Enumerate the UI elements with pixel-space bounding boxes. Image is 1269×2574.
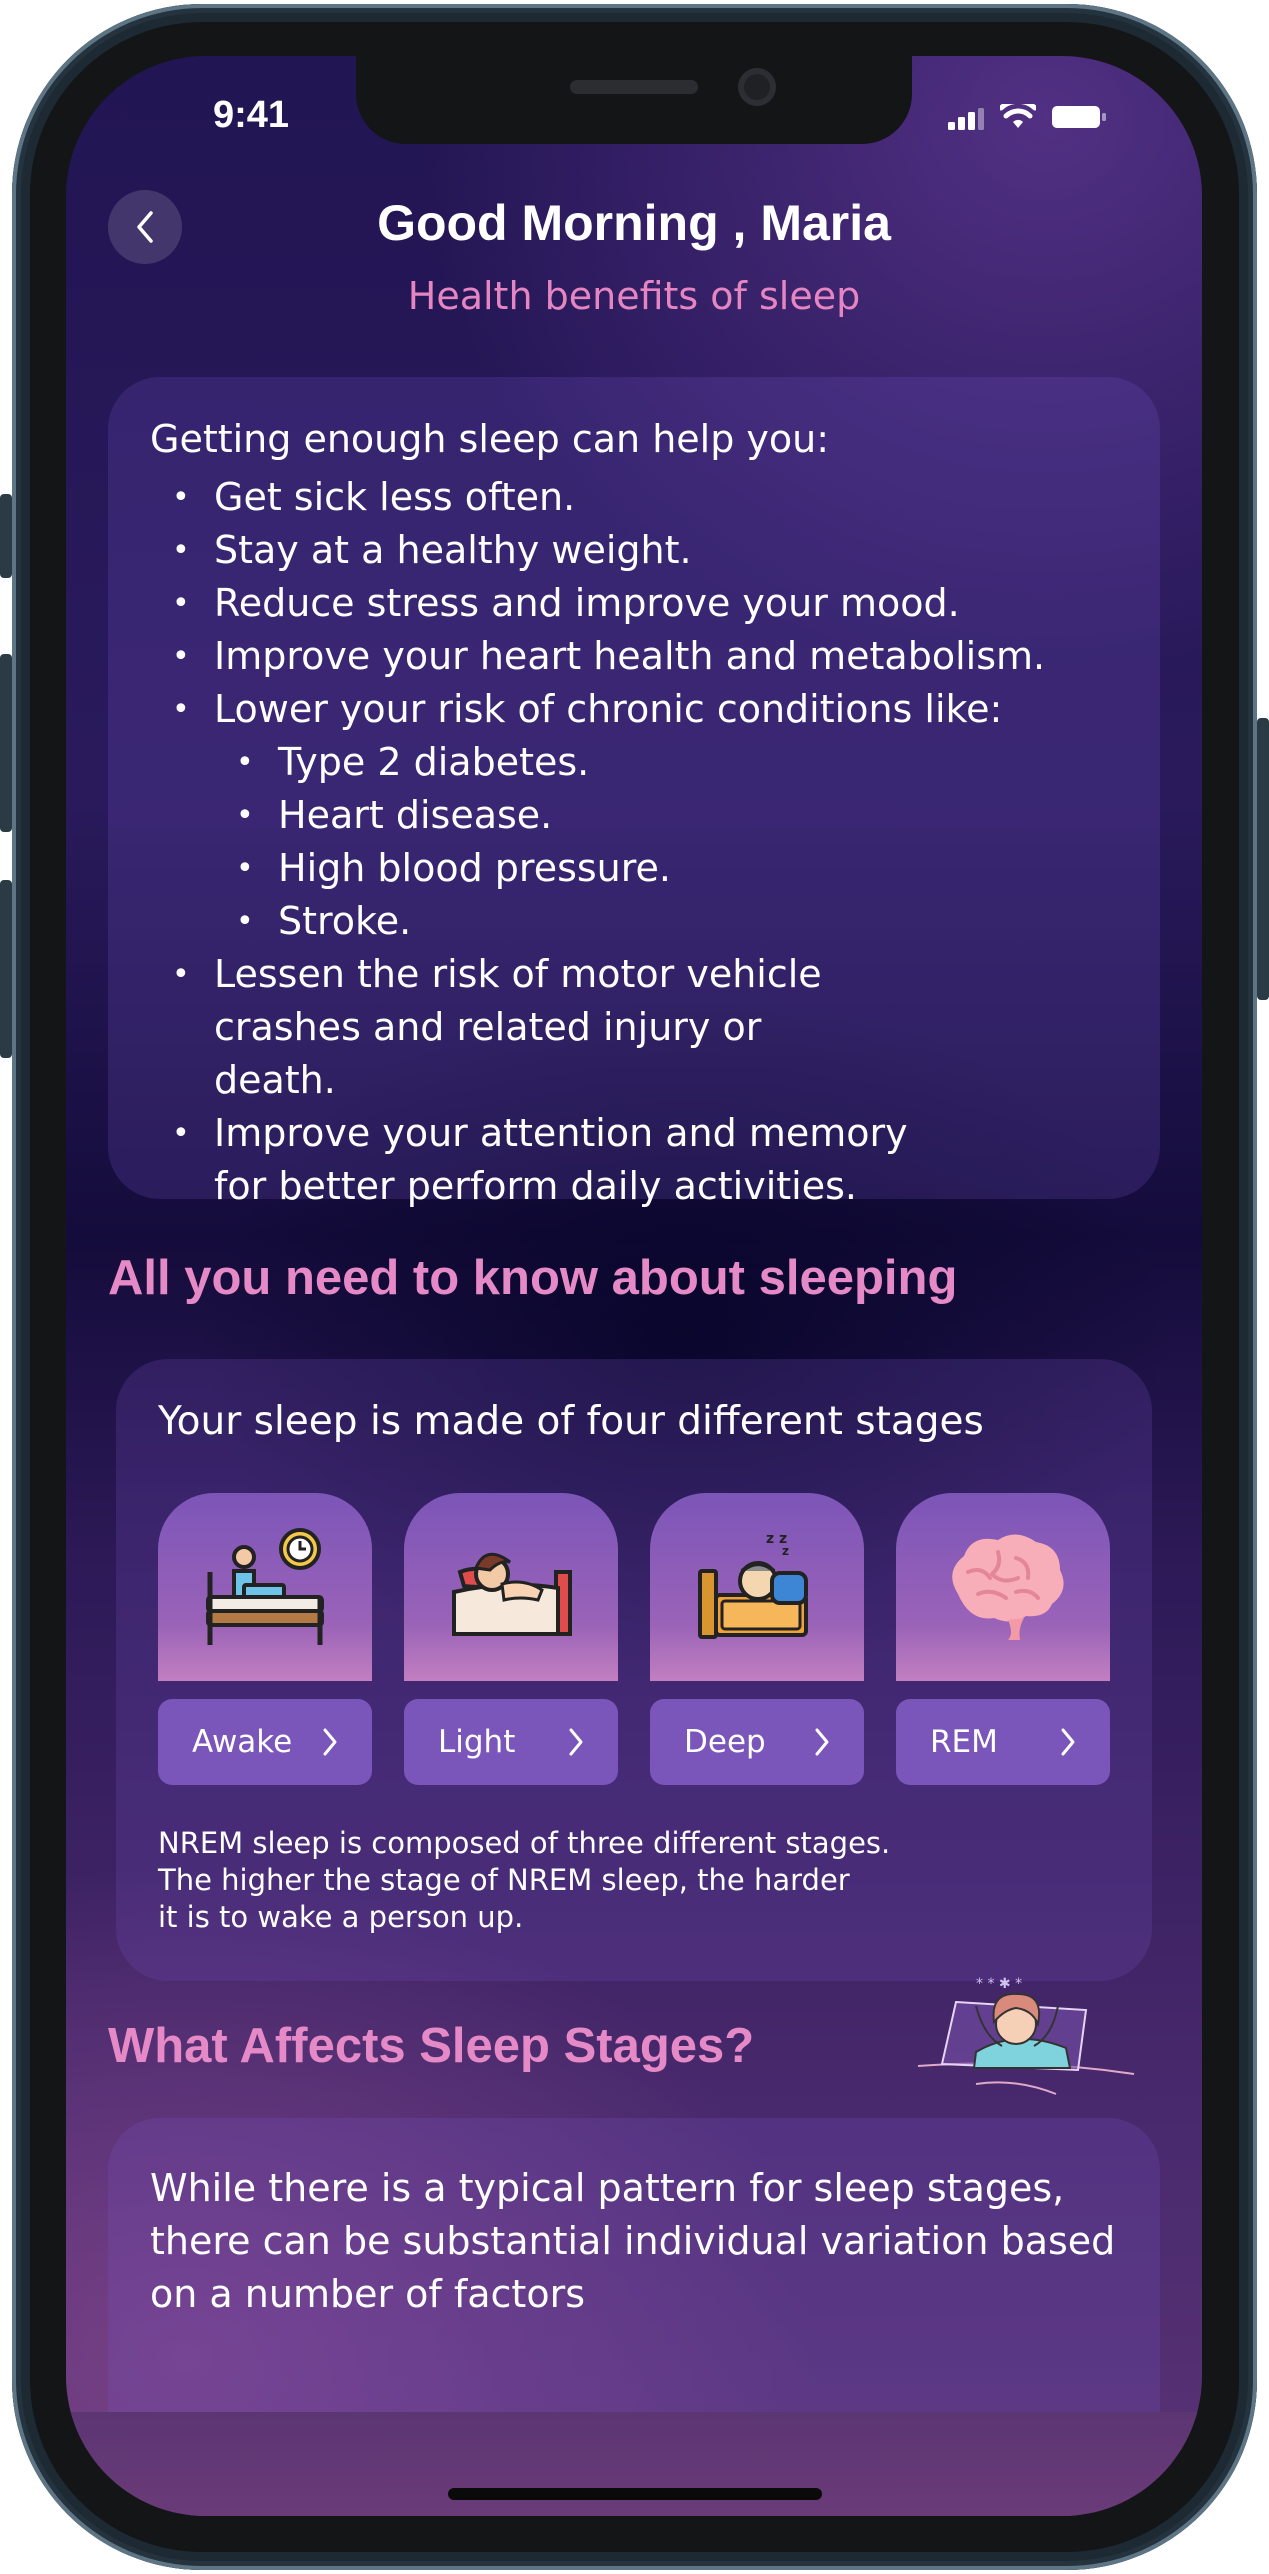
list-item: Get sick less often. [150,471,1140,524]
mute-switch [0,494,12,578]
front-camera [738,68,776,106]
stages-note: NREM sleep is composed of three differen… [158,1825,890,1936]
stage-button-deep[interactable]: Deep [650,1699,864,1785]
notch [356,56,912,144]
stage-tile[interactable] [404,1493,618,1681]
wifi-icon [1000,104,1036,128]
sleep-stages-card: Your sleep is made of four different sta… [116,1359,1152,1981]
stage-button-light[interactable]: Light [404,1699,618,1785]
benefits-intro: Getting enough sleep can help you: [150,417,830,461]
page-subtitle: Health benefits of sleep [407,274,861,318]
volume-down-button [0,880,12,1058]
stage-tile[interactable]: z z z [650,1493,864,1681]
note-line: it is to wake a person up. [158,1900,524,1934]
stage-label: Deep [684,1724,766,1760]
bottom-fade [66,2412,1202,2516]
sub-list-item: Stroke. [150,895,1140,948]
list-item: Improve your heart health and metabolism… [150,630,1140,683]
svg-text:z: z [782,1544,789,1558]
power-button [1257,718,1269,1000]
stage-deep: z z z Deep [650,1493,864,1785]
sub-list-item: Heart disease. [150,789,1140,842]
list-item: Lessen the risk of motor vehicle crashes… [150,948,894,1107]
list-item: Stay at a healthy weight. [150,524,1140,577]
battery-icon [1052,106,1106,128]
home-indicator[interactable] [448,2488,822,2500]
stage-light: Light [404,1493,618,1785]
note-line: The higher the stage of NREM sleep, the … [158,1863,850,1897]
brain-icon [952,1534,1064,1640]
light-sleep-icon [452,1552,572,1636]
section-heading-sleeping: All you need to know about sleeping [108,1251,958,1305]
benefits-card: Getting enough sleep can help you: Get s… [108,377,1160,1208]
stage-label: Light [438,1724,516,1760]
chevron-right-icon [815,1728,829,1756]
sub-list-item: Type 2 diabetes. [150,736,1140,789]
status-time: 9:41 [212,94,290,136]
section-heading-factors: What Affects Sleep Stages? [108,2019,755,2073]
stage-tile[interactable] [896,1493,1110,1681]
signal-icon [948,108,984,130]
chevron-right-icon [1061,1728,1075,1756]
deep-sleep-icon: z z z [698,1531,808,1639]
awake-bed-clock-icon [206,1528,324,1645]
benefits-list: Get sick less often. Stay at a healthy w… [150,471,1140,1213]
chevron-right-icon [569,1728,583,1756]
stages-card-title: Your sleep is made of four different sta… [158,1399,984,1444]
stage-button-rem[interactable]: REM [896,1699,1110,1785]
stage-label: REM [930,1724,998,1760]
stage-awake: Awake [158,1493,372,1785]
relaxing-woman-illustration: * * ✱ * [917,1976,1135,2095]
app-screen: 9:41 Good Morning , Maria Health benefit… [66,56,1202,2516]
volume-up-button [0,654,12,832]
list-item: Improve your attention and memory for be… [150,1107,934,1213]
svg-text:* * ✱ *: * * ✱ * [976,1976,1022,1992]
page-title: Good Morning , Maria [377,195,891,251]
list-item: Lower your risk of chronic conditions li… [150,683,1140,736]
stage-rem: REM [896,1493,1110,1785]
status-icons [948,102,1106,130]
factors-text: While there is a typical pattern for sle… [150,2166,1116,2316]
list-item: Reduce stress and improve your mood. [150,577,1140,630]
stage-label: Awake [192,1724,293,1760]
chevron-right-icon [323,1728,337,1756]
note-line: NREM sleep is composed of three differen… [158,1826,891,1860]
sub-list-item: High blood pressure. [150,842,1140,895]
stage-tile[interactable] [158,1493,372,1681]
stage-button-awake[interactable]: Awake [158,1699,372,1785]
speaker-grille [570,80,698,94]
